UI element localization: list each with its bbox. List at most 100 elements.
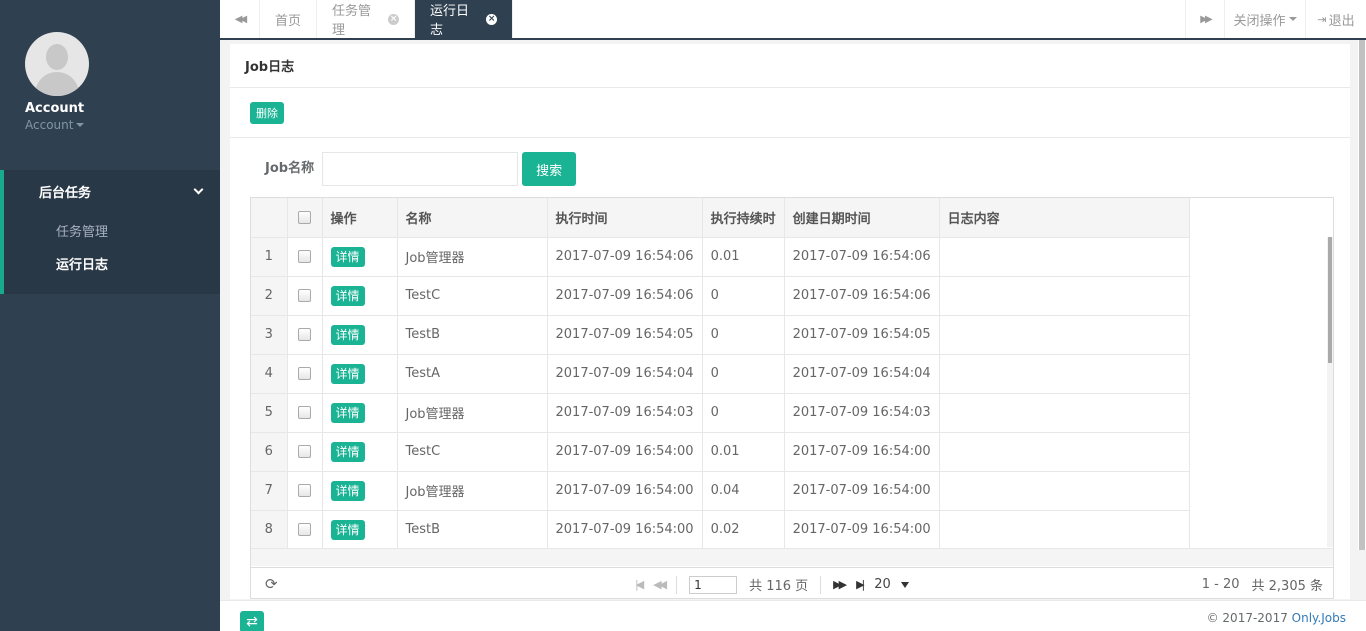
name-cell: TestB [397, 510, 548, 550]
row-number: 8 [251, 510, 288, 550]
row-checkbox[interactable] [298, 367, 311, 380]
detail-button[interactable]: 详情 [330, 480, 365, 501]
chevron-down-icon [193, 184, 204, 195]
tabs-scroll-right-button[interactable]: ▶▶ [1185, 0, 1225, 38]
avatar-head [46, 44, 68, 70]
column-header[interactable]: 执行时间 [547, 198, 703, 238]
column-header[interactable]: 执行持续时 [702, 198, 785, 238]
page-size-value: 20 [874, 577, 891, 592]
detail-button[interactable]: 详情 [330, 402, 365, 423]
table-row[interactable]: 7 详情 Job管理器 2017-07-09 16:54:00 0.04 2017-07-… [251, 471, 1190, 511]
toolbar: 删除 [230, 88, 1350, 138]
delete-button[interactable]: 删除 [250, 101, 284, 124]
duration-cell: 0.01 [702, 432, 785, 472]
nav-group: 后台任务 任务管理 运行日志 [0, 170, 220, 294]
row-number: 4 [251, 354, 288, 394]
table-row[interactable]: 4 详情 TestA 2017-07-09 16:54:04 0 2017-07-09 1… [251, 354, 1190, 394]
swap-icon[interactable]: ⇄ [240, 611, 264, 631]
row-select-cell [287, 432, 323, 472]
name-cell: TestB [397, 315, 548, 355]
table-scrollbar[interactable] [1327, 237, 1333, 547]
duration-cell: 0.02 [702, 510, 785, 550]
table-row[interactable]: 6 详情 TestC 2017-07-09 16:54:00 0.01 2017-07-0… [251, 432, 1190, 472]
duration-cell: 0 [702, 315, 785, 355]
panel-title: Job日志 [230, 44, 1350, 88]
nav-group-header[interactable]: 后台任务 [4, 170, 220, 212]
content-cell [939, 354, 1190, 394]
row-checkbox[interactable] [298, 484, 311, 497]
row-checkbox[interactable] [298, 250, 311, 263]
content-cell [939, 315, 1190, 355]
page-scroll-thumb[interactable] [1359, 40, 1365, 550]
detail-button[interactable]: 详情 [330, 324, 365, 345]
tab-task-management[interactable]: 任务管理 × [317, 0, 415, 38]
tab-home[interactable]: 首页 [260, 0, 317, 38]
detail-button[interactable]: 详情 [330, 441, 365, 462]
logout-button[interactable]: ⇥ 退出 [1306, 0, 1366, 38]
content-cell [939, 276, 1190, 316]
avatar[interactable] [25, 32, 89, 96]
column-header[interactable]: 日志内容 [939, 198, 1190, 238]
table-row[interactable]: 1 详情 Job管理器 2017-07-09 16:54:06 0.01 2017-07-… [251, 237, 1190, 277]
job-name-input[interactable] [322, 152, 519, 186]
row-select-cell [287, 237, 323, 277]
sidebar-item-task-management[interactable]: 任务管理 [4, 216, 220, 249]
column-header[interactable]: 名称 [397, 198, 548, 238]
content-cell [939, 471, 1190, 511]
last-page-icon[interactable]: ▶| [856, 578, 865, 591]
column-header[interactable]: 创建日期时间 [784, 198, 940, 238]
row-select-cell [287, 510, 323, 550]
row-checkbox[interactable] [298, 523, 311, 536]
action-cell: 详情 [322, 354, 398, 394]
detail-button[interactable]: 详情 [330, 246, 365, 267]
table-row[interactable]: 8 详情 TestB 2017-07-09 16:54:00 0.02 2017-07-0… [251, 510, 1190, 550]
scroll-thumb[interactable] [1328, 237, 1332, 363]
detail-button[interactable]: 详情 [330, 519, 365, 540]
tab-run-log[interactable]: 运行日志 × [415, 0, 513, 38]
divider [820, 575, 822, 594]
caret-down-icon [76, 123, 85, 127]
page-scrollbar[interactable] [1358, 40, 1366, 550]
row-select-cell [287, 276, 323, 316]
action-cell: 详情 [322, 276, 398, 316]
column-header[interactable]: 操作 [322, 198, 398, 238]
first-page-icon[interactable]: |◀ [635, 578, 644, 591]
table-row[interactable]: 3 详情 TestB 2017-07-09 16:54:05 0 2017-07-09 1… [251, 315, 1190, 355]
row-checkbox[interactable] [298, 445, 311, 458]
close-operations-dropdown[interactable]: 关闭操作 [1225, 0, 1306, 38]
row-checkbox[interactable] [298, 328, 311, 341]
tabs-scroll-left-button[interactable]: ◀◀ [220, 0, 260, 38]
footer: ⇄ © 2017-2017 Only.Jobs [220, 600, 1366, 631]
page-number-input[interactable]: 1 [689, 575, 738, 594]
close-icon[interactable]: × [486, 13, 497, 25]
next-page-icon[interactable]: ▶▶ [833, 578, 847, 591]
created-cell: 2017-07-09 16:54:06 [784, 237, 940, 277]
page-size-select[interactable]: 20 [874, 577, 909, 592]
total-pages-label: 共 116 页 [749, 579, 809, 594]
table-row[interactable]: 5 详情 Job管理器 2017-07-09 16:54:03 0 2017-07-09 … [251, 393, 1190, 433]
search-button[interactable]: 搜索 [522, 152, 577, 186]
content-cell [939, 393, 1190, 433]
name-cell: TestC [397, 276, 548, 316]
close-icon[interactable]: × [388, 13, 399, 25]
sidebar-item-run-log[interactable]: 运行日志 [4, 249, 220, 282]
prev-page-icon[interactable]: ◀◀ [653, 578, 667, 591]
detail-button[interactable]: 详情 [330, 363, 365, 384]
row-number: 3 [251, 315, 288, 355]
table-row[interactable]: 2 详情 TestC 2017-07-09 16:54:06 0 2017-07-09 1… [251, 276, 1190, 316]
select-all-checkbox[interactable] [298, 210, 311, 224]
copyright: © 2017-2017 Only.Jobs [1207, 611, 1346, 625]
created-cell: 2017-07-09 16:54:04 [784, 354, 940, 394]
search-label: Job名称 [265, 160, 315, 176]
row-checkbox[interactable] [298, 289, 311, 302]
exec-time-cell: 2017-07-09 16:54:06 [547, 276, 703, 316]
row-checkbox[interactable] [298, 406, 311, 419]
detail-button[interactable]: 详情 [330, 285, 365, 306]
name-cell: TestA [397, 354, 548, 394]
name-cell: Job管理器 [397, 237, 548, 277]
refresh-icon[interactable]: ⟳ [265, 575, 278, 593]
sidebar: Account Account 后台任务 任务管理 运行日志 [0, 0, 220, 631]
profile-role-dropdown[interactable]: Account [25, 118, 220, 132]
brand-link[interactable]: Only.Jobs [1292, 611, 1346, 625]
row-number: 2 [251, 276, 288, 316]
